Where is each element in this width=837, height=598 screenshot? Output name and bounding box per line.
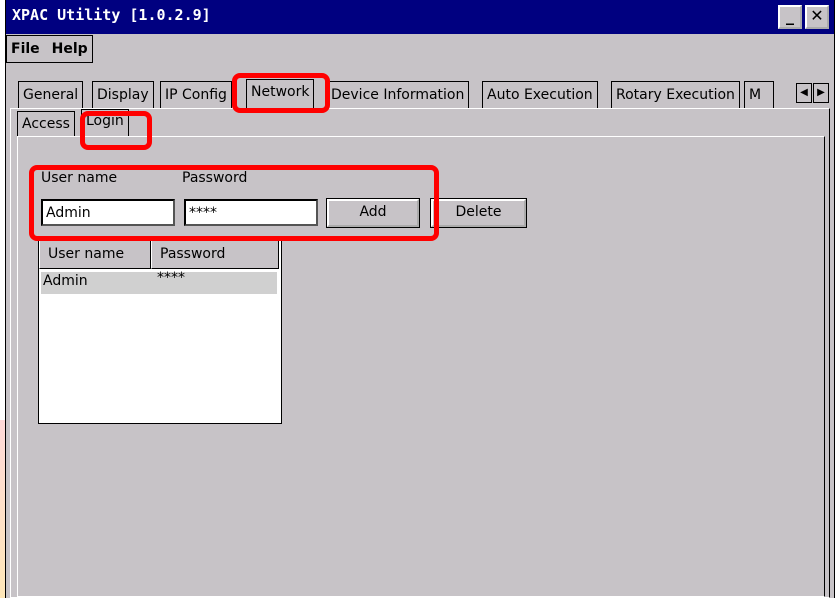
window-title: XPAC Utility [1.0.2.9] xyxy=(12,6,211,24)
subtab-access[interactable]: Access xyxy=(17,111,75,136)
username-label: User name xyxy=(41,170,118,186)
tab-network[interactable]: Network xyxy=(246,79,315,109)
tab-general[interactable]: General xyxy=(18,81,84,108)
tab-scroll-left-button[interactable]: ◀ xyxy=(796,83,812,103)
password-input[interactable]: **** xyxy=(184,199,318,226)
menu-help[interactable]: Help xyxy=(52,41,88,57)
delete-button[interactable]: Delete xyxy=(430,198,527,228)
app-window: XPAC Utility [1.0.2.9] _ ✕ File Help Gen… xyxy=(5,0,835,598)
arrow-right-icon: ▶ xyxy=(817,87,825,98)
list-item-password: **** xyxy=(157,270,185,286)
column-header-password[interactable]: Password xyxy=(151,239,279,269)
main-tab-strip: General Display IP Config Network Device… xyxy=(10,79,834,109)
username-input[interactable]: Admin xyxy=(41,199,175,226)
add-button[interactable]: Add xyxy=(326,198,420,228)
password-label: Password xyxy=(182,170,248,186)
title-bar[interactable]: XPAC Utility [1.0.2.9] _ ✕ xyxy=(6,0,834,34)
tab-auto-execution[interactable]: Auto Execution xyxy=(482,81,598,108)
arrow-left-icon: ◀ xyxy=(800,87,808,98)
list-item-username: Admin xyxy=(43,273,88,289)
menu-file[interactable]: File xyxy=(11,41,40,57)
tab-rotary-execution[interactable]: Rotary Execution xyxy=(611,81,740,108)
minimize-icon: _ xyxy=(786,6,794,25)
menu-bar: File Help xyxy=(6,35,93,63)
minimize-button[interactable]: _ xyxy=(778,5,802,29)
tab-ip-config[interactable]: IP Config xyxy=(160,81,232,108)
tab-more[interactable]: M xyxy=(744,81,774,108)
close-icon: ✕ xyxy=(810,6,824,25)
tab-scroll-right-button[interactable]: ▶ xyxy=(813,83,829,103)
close-button[interactable]: ✕ xyxy=(805,5,829,29)
list-item[interactable]: Admin **** xyxy=(41,270,277,294)
tab-display[interactable]: Display xyxy=(92,81,154,108)
user-list[interactable]: User name Password Admin **** xyxy=(38,238,282,424)
tab-device-information[interactable]: Device Information xyxy=(326,81,470,108)
subtab-login[interactable]: Login xyxy=(81,109,129,137)
column-header-username[interactable]: User name xyxy=(39,239,151,269)
